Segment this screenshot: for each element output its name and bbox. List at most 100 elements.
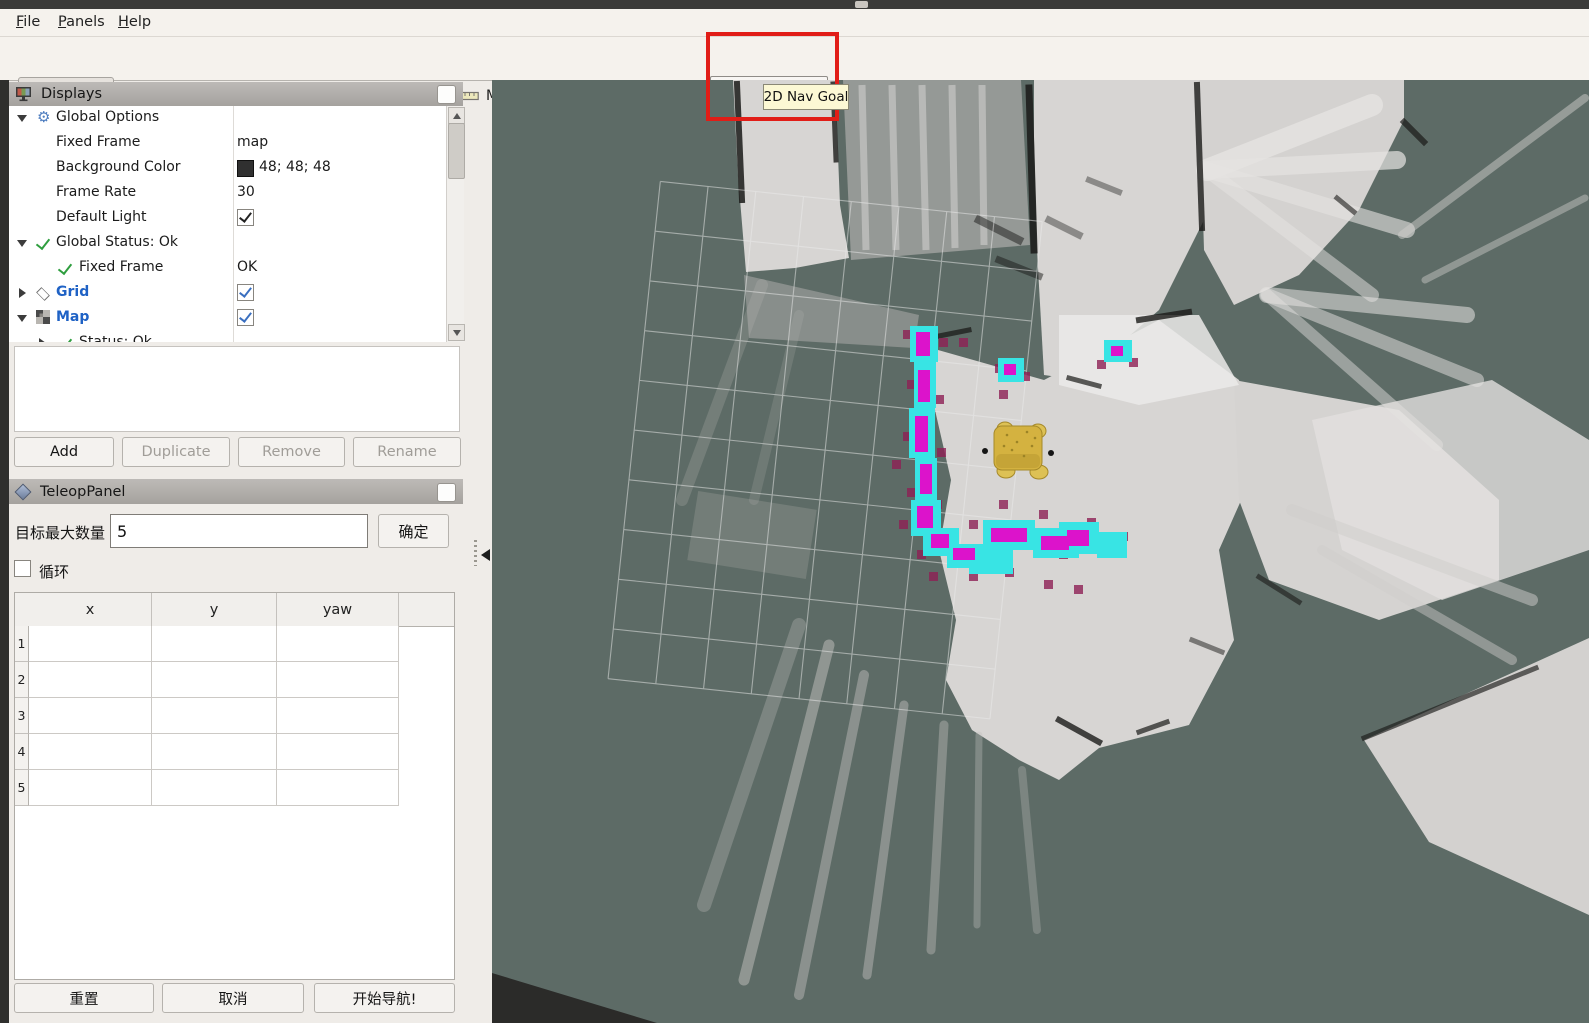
toolbar: ☝ Interact Move Camera Select [0,37,1589,81]
frame-rate-value[interactable]: 30 [237,184,255,200]
check-icon [239,284,252,298]
expander-closed-icon[interactable] [39,338,46,342]
menu-panels[interactable]: Panels [54,12,109,32]
display-description-box [14,346,460,432]
expander-closed-icon[interactable] [19,288,26,298]
teleop-panel-toggle[interactable] [437,483,456,502]
menu-help[interactable]: Help [114,12,155,32]
row-label: Fixed Frame [79,259,163,275]
header-label: y [210,602,219,618]
row-label: Background Color [56,159,181,175]
scrollbar-thumb[interactable] [448,123,465,179]
row-number: 3 [18,708,26,723]
fixed-frame-value[interactable]: map [237,134,268,150]
cell-3-yaw[interactable] [277,698,399,734]
tree-row-global-status[interactable]: Global Status: Ok [9,231,446,256]
cell-5-y[interactable] [152,770,277,806]
row-header-5[interactable]: 5 [15,770,29,806]
cell-3-x[interactable] [29,698,152,734]
cell-4-yaw[interactable] [277,734,399,770]
panel-collapse-arrow[interactable] [481,549,490,561]
grid-enabled-checkbox[interactable] [237,284,254,301]
cell-1-yaw[interactable] [277,626,399,662]
window-title-icon [855,1,868,8]
map-display-icon [36,310,50,324]
cell-4-y[interactable] [152,734,277,770]
tree-scrollbar[interactable] [446,106,464,342]
cell-5-yaw[interactable] [277,770,399,806]
column-header-x[interactable]: x [29,593,152,626]
row-header-3[interactable]: 3 [15,698,29,734]
cell-1-y[interactable] [152,626,277,662]
cancel-label: 取消 [219,988,248,1009]
status-ok-check-icon [58,260,72,275]
duplicate-button[interactable]: Duplicate [122,437,230,467]
displays-panel-toggle[interactable] [437,85,456,104]
scroll-up-button[interactable] [448,107,465,124]
cell-5-x[interactable] [29,770,152,806]
teleop-panel-title: TeleopPanel [40,484,125,500]
add-button[interactable]: Add [14,437,114,467]
tree-row-frame-rate[interactable]: Frame Rate 30 [9,181,446,206]
expander-open-icon[interactable] [17,315,27,322]
background-color-value[interactable]: 48; 48; 48 [259,159,331,175]
teleop-panel-header[interactable]: TeleopPanel [9,479,463,504]
confirm-button[interactable]: 确定 [378,514,449,548]
tree-row-map[interactable]: Map [9,306,446,331]
row-header-4[interactable]: 4 [15,734,29,770]
cell-3-y[interactable] [152,698,277,734]
row-label: Global Options [56,109,159,125]
tree-row-fixed-frame[interactable]: Fixed Frame map [9,131,446,156]
fixed-frame-status-value: OK [237,259,257,275]
loop-checkbox[interactable] [14,560,31,577]
cancel-button[interactable]: 取消 [162,983,304,1013]
color-swatch[interactable] [237,160,254,177]
row-label: Grid [56,284,89,300]
map-enabled-checkbox[interactable] [237,309,254,326]
remove-label: Remove [262,444,321,460]
row-number: 1 [18,636,26,651]
expander-open-icon[interactable] [17,240,27,247]
column-header-y[interactable]: y [152,593,277,626]
start-navigation-button[interactable]: 开始导航! [314,983,455,1013]
displays-tree[interactable]: ⚙ Global Options Fixed Frame map Backgro… [9,106,463,342]
tree-row-global-options[interactable]: ⚙ Global Options [9,106,446,131]
reset-button[interactable]: 重置 [14,983,154,1013]
displays-panel-title: Displays [41,86,102,102]
tree-row-background-color[interactable]: Background Color 48; 48; 48 [9,156,446,181]
scroll-down-button[interactable] [448,324,465,341]
row-header-2[interactable]: 2 [15,662,29,698]
remove-button[interactable]: Remove [238,437,345,467]
check-icon [239,309,252,323]
monitor-icon [15,86,32,102]
menu-file[interactable]: File [12,12,44,32]
tree-row-default-light[interactable]: Default Light [9,206,446,231]
goals-table[interactable]: x y yaw 1 2 3 4 5 [14,592,455,980]
tree-row-fixed-frame-status[interactable]: Fixed Frame OK [9,256,446,281]
max-goals-input[interactable] [110,514,368,548]
row-number: 4 [18,744,26,759]
cell-2-x[interactable] [29,662,152,698]
tree-row-map-status-clipped[interactable]: Status: Ok [9,331,446,342]
displays-panel-header[interactable]: Displays [9,82,463,106]
nav-goal-tooltip: 2D Nav Goal [763,84,849,110]
row-label: Status: Ok [79,334,152,342]
start-navigation-label: 开始导航! [353,988,417,1009]
render-view-canvas[interactable] [492,80,1589,1023]
expander-open-icon[interactable] [17,115,27,122]
tooltip-text: 2D Nav Goal [764,89,849,105]
check-icon [239,209,252,223]
cell-4-x[interactable] [29,734,152,770]
tree-row-grid[interactable]: Grid [9,281,446,306]
cell-2-yaw[interactable] [277,662,399,698]
row-header-1[interactable]: 1 [15,626,29,662]
column-header-yaw[interactable]: yaw [277,593,399,626]
cell-2-y[interactable] [152,662,277,698]
max-goals-label: 目标最大数量 [15,522,105,543]
panel-splitter-handle[interactable] [474,540,477,566]
cell-1-x[interactable] [29,626,152,662]
header-label: yaw [323,602,352,618]
rename-button[interactable]: Rename [353,437,461,467]
menu-bar: File Panels Help [0,9,1589,37]
default-light-checkbox[interactable] [237,209,254,226]
